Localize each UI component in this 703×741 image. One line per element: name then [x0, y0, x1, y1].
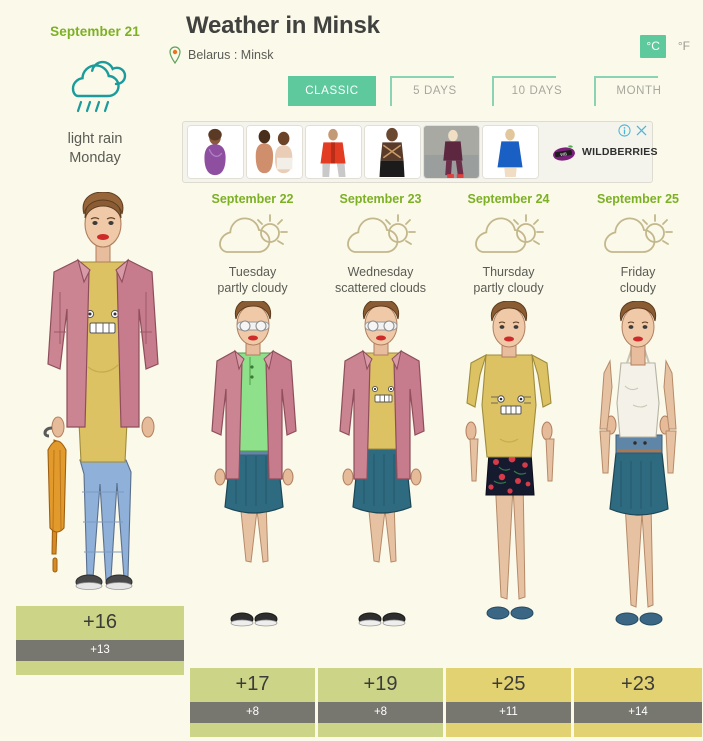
today-low-temp: +13 — [16, 640, 184, 661]
forecast-low-temp: +11 — [446, 702, 571, 723]
forecast-condition: scattered clouds — [334, 281, 427, 295]
sun-behind-cloud-icon — [574, 210, 702, 262]
forecast-low-temp: +8 — [190, 702, 315, 723]
forecast-low-temp: +8 — [318, 702, 443, 723]
today-high-temp: +16 — [16, 606, 184, 640]
location-row: Belarus : Minsk — [168, 46, 274, 65]
ad-brand-text: WILDBERRIES — [582, 146, 658, 158]
forecast-temp-footer — [318, 723, 443, 737]
info-icon[interactable] — [618, 124, 631, 137]
forecast-temperature-bar: +25 +11 — [446, 668, 571, 737]
rain-cloud-icon — [56, 58, 136, 116]
unit-toggle: °C °F — [640, 35, 696, 58]
today-condition: light rain — [67, 131, 123, 147]
forecast-temp-footer — [574, 723, 702, 737]
forecast-condition-block: Tuesday partly cloudy — [190, 262, 315, 296]
forecast-high-temp: +17 — [190, 668, 315, 702]
today-condition-block: light rain Monday — [0, 130, 190, 168]
sun-behind-cloud-icon — [190, 210, 315, 262]
forecast-outfit-illustration — [446, 296, 571, 651]
forecast-weekday: Thursday — [482, 265, 535, 279]
forecast-condition-block: Friday cloudy — [574, 262, 702, 296]
forecast-temp-footer — [446, 723, 571, 737]
forecast-column: September 23 Wednesday scattered clouds — [318, 192, 443, 651]
forecast-condition: partly cloudy — [473, 281, 544, 295]
forecast-high-temp: +25 — [446, 668, 571, 702]
forecast-low-temp: +14 — [574, 702, 702, 723]
forecast-outfit-illustration — [318, 296, 443, 651]
close-icon[interactable] — [635, 124, 648, 137]
ad-thumbnail[interactable] — [423, 125, 480, 179]
forecast-temp-footer — [190, 723, 315, 737]
forecast-column: September 24 Thursday partly cloudy — [446, 192, 571, 651]
forecast-outfit-illustration — [574, 296, 702, 651]
forecast-date: September 23 — [339, 192, 422, 206]
ad-thumbnail[interactable] — [187, 125, 244, 179]
page-title: Weather in Minsk — [186, 12, 380, 39]
map-pin-icon — [168, 46, 182, 65]
sun-behind-cloud-icon — [318, 210, 443, 262]
forecast-weekday: Friday — [620, 265, 656, 279]
forecast-condition-block: Thursday partly cloudy — [446, 262, 571, 296]
forecast-condition: cloudy — [619, 281, 657, 295]
ad-controls — [618, 124, 648, 137]
forecast-temperature-bar: +19 +8 — [318, 668, 443, 737]
today-temperature-bar: +16 +13 — [16, 606, 184, 675]
view-tabs: CLASSIC 5 DAYS 10 DAYS MONTH — [288, 76, 682, 106]
svg-text:WB: WB — [560, 151, 568, 157]
forecast-column: September 25 Friday cloudy — [574, 192, 702, 651]
forecast-weekday: Tuesday — [228, 265, 277, 279]
advertisement-banner[interactable]: WB WILDBERRIES — [182, 121, 658, 183]
ad-thumbnail[interactable] — [305, 125, 362, 179]
wildberries-logo-icon: WB — [551, 143, 577, 161]
today-date: September 21 — [50, 24, 140, 39]
forecast-temperature-bar: +17 +8 — [190, 668, 315, 737]
tab-month[interactable]: MONTH — [594, 76, 682, 106]
today-outfit-illustration — [18, 192, 186, 602]
forecast-date: September 22 — [211, 192, 294, 206]
forecast-weekday: Wednesday — [347, 265, 414, 279]
forecast-condition: partly cloudy — [217, 281, 288, 295]
forecast-outfit-illustration — [190, 296, 315, 651]
forecast-columns: September 22 Tuesday partly cloudy Septe… — [190, 192, 703, 651]
tab-5-days[interactable]: 5 DAYS — [390, 76, 478, 106]
forecast-temperature-bars: +17 +8 +19 +8 +25 +11 +23 +14 — [190, 668, 703, 737]
forecast-date: September 24 — [467, 192, 550, 206]
sun-behind-cloud-icon — [446, 210, 571, 262]
ad-thumbnail[interactable] — [482, 125, 539, 179]
ad-thumbnail[interactable] — [364, 125, 421, 179]
weather-page: September 21 light rain Monday Weather i… — [0, 0, 703, 741]
forecast-high-temp: +23 — [574, 668, 702, 702]
forecast-temperature-bar: +23 +14 — [574, 668, 702, 737]
ad-thumbnail[interactable] — [246, 125, 303, 179]
unit-fahrenheit-button[interactable]: °F — [672, 35, 696, 58]
ad-brand: WB WILDBERRIES — [551, 143, 658, 161]
unit-celsius-button[interactable]: °C — [640, 35, 666, 58]
forecast-high-temp: +19 — [318, 668, 443, 702]
forecast-column: September 22 Tuesday partly cloudy — [190, 192, 315, 651]
location-text: Belarus : Minsk — [188, 48, 274, 62]
tab-10-days[interactable]: 10 DAYS — [492, 76, 580, 106]
today-temp-footer — [16, 661, 184, 675]
tab-classic[interactable]: CLASSIC — [288, 76, 376, 106]
forecast-date: September 25 — [597, 192, 679, 206]
today-weekday: Monday — [69, 150, 121, 166]
forecast-condition-block: Wednesday scattered clouds — [318, 262, 443, 296]
